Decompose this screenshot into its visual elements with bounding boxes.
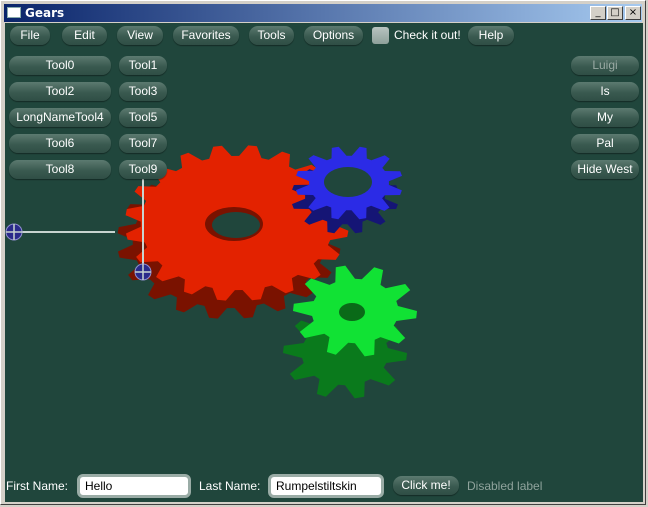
tool-8-button[interactable]: Tool8 bbox=[9, 160, 111, 179]
menu-tools[interactable]: Tools bbox=[249, 26, 294, 45]
tool-2-button[interactable]: Tool2 bbox=[9, 82, 111, 101]
menu-edit[interactable]: Edit bbox=[62, 26, 107, 45]
luigi-button: Luigi bbox=[571, 56, 639, 75]
first-name-label: First Name: bbox=[6, 479, 69, 493]
splitter-handle-center[interactable] bbox=[134, 263, 152, 281]
gl-viewport: File Edit View Favorites Tools Options C… bbox=[5, 23, 643, 502]
tool-0-button[interactable]: Tool0 bbox=[9, 56, 111, 75]
menu-help[interactable]: Help bbox=[468, 26, 514, 45]
splitter-handle-left[interactable] bbox=[5, 223, 23, 241]
tool-4-button[interactable]: LongNameTool4 bbox=[9, 108, 111, 127]
maximize-button[interactable]: □ bbox=[607, 6, 623, 20]
is-button[interactable]: Is bbox=[571, 82, 639, 101]
window-icon bbox=[7, 7, 21, 18]
menu-view[interactable]: View bbox=[117, 26, 163, 45]
close-button[interactable]: × bbox=[625, 6, 641, 20]
menu-favorites[interactable]: Favorites bbox=[173, 26, 239, 45]
gears-window: Gears _ □ × File Edit View Favorites Too… bbox=[0, 0, 646, 505]
window-title: Gears bbox=[25, 6, 65, 20]
tool-3-button[interactable]: Tool3 bbox=[119, 82, 167, 101]
tool-6-button[interactable]: Tool6 bbox=[9, 134, 111, 153]
pal-button[interactable]: Pal bbox=[571, 134, 639, 153]
disabled-label: Disabled label bbox=[467, 479, 543, 493]
menu-file[interactable]: File bbox=[10, 26, 50, 45]
menu-options[interactable]: Options bbox=[304, 26, 363, 45]
first-name-field[interactable]: Hello bbox=[77, 474, 191, 498]
last-name-field[interactable]: Rumpelstiltskin bbox=[268, 474, 384, 498]
tool-5-button[interactable]: Tool5 bbox=[119, 108, 167, 127]
tool-9-button[interactable]: Tool9 bbox=[119, 160, 167, 179]
click-me-button[interactable]: Click me! bbox=[393, 476, 459, 495]
my-button[interactable]: My bbox=[571, 108, 639, 127]
tool-7-button[interactable]: Tool7 bbox=[119, 134, 167, 153]
last-name-label: Last Name: bbox=[199, 479, 261, 493]
tool-1-button[interactable]: Tool1 bbox=[119, 56, 167, 75]
check-it-out-label[interactable]: Check it out! bbox=[394, 28, 461, 42]
check-it-out-checkbox[interactable] bbox=[372, 27, 389, 44]
hide-west-button[interactable]: Hide West bbox=[571, 160, 639, 179]
blue-gear bbox=[292, 146, 402, 234]
title-bar[interactable]: Gears _ □ × bbox=[4, 4, 642, 22]
minimize-button[interactable]: _ bbox=[590, 6, 606, 20]
